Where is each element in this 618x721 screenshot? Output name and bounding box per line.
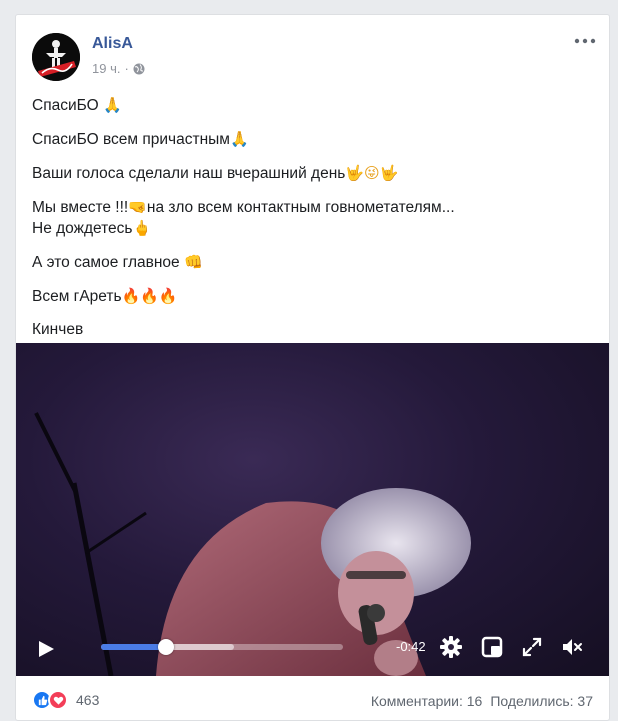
post-line: А это самое главное 👊 [32,252,592,273]
shares-count-link[interactable]: Поделились: 37 [490,693,593,709]
avatar-logo [32,33,80,81]
play-icon [39,641,54,657]
line-text: Не дождетесь [32,220,133,237]
post-text: СпасиБО 🙏 СпасиБО всем причастным🙏 Ваши … [32,95,592,353]
love-icon [48,690,68,710]
post-line: Кинчев [32,320,592,340]
reactions-summary[interactable]: 463 [32,690,99,710]
post-line: Мы вместе !!!🤜на зло всем контактным гов… [32,197,592,218]
picture-in-picture-icon [481,636,503,658]
globe-icon[interactable] [133,63,145,75]
video-frame [34,412,471,676]
time-remaining: -0:42 [396,639,426,654]
line-text: Ваши голоса сделали наш вчерашний день [32,165,346,182]
post-line: Не дождетесь🖕 [32,218,592,239]
pray-emoji: 🙏 [102,96,122,114]
post-line: Всем гАреть🔥🔥🔥 [32,286,592,307]
more-dots-icon [574,38,596,44]
more-options-button[interactable] [573,29,597,53]
line-text-after: на зло всем контактным говнометателям... [146,199,455,216]
meta-separator: · [124,61,129,76]
line-text: Мы вместе !!! [32,199,129,216]
pray-emoji: 🙏 [229,130,249,148]
volume-muted-icon [563,639,582,655]
line-text: Кинчев [32,321,84,338]
settings-button[interactable] [439,635,463,659]
line-text: СпасиБО [32,97,99,114]
post-stats: Комментарии: 16 Поделились: 37 [371,693,593,709]
fullscreen-icon [522,637,542,657]
post-line: СпасиБО всем причастным🙏 [32,129,592,150]
line-text: СпасиБО всем причастным [32,131,230,148]
reaction-count: 463 [76,692,100,708]
post-meta: 19 ч. · [92,61,145,76]
fullscreen-button[interactable] [520,635,544,659]
picture-in-picture-button[interactable] [480,635,504,659]
progress-fill [101,644,167,650]
line-text: Всем гАреть [32,288,122,305]
fist-emoji: 🤜 [128,198,147,216]
volume-button[interactable] [560,635,584,659]
line-text: А это самое главное [32,254,184,271]
gear-icon [440,636,462,658]
comments-count-link[interactable]: Комментарии: 16 [371,693,483,709]
post-footer: 463 Комментарии: 16 Поделились: 37 [16,687,609,717]
post-card: AlisA 19 ч. · СпасиБО 🙏 СпасиБО всем при… [15,14,610,721]
video-player[interactable]: -0:42 [16,343,609,676]
punch-emoji: 👊 [183,253,203,271]
rock-wink-emoji: 🤟😜🤟 [345,164,399,182]
avatar[interactable] [32,33,80,81]
fire-emoji: 🔥🔥🔥 [121,287,178,305]
progress-bar[interactable] [101,639,343,655]
author-name[interactable]: AlisA [92,35,133,53]
post-line: СпасиБО 🙏 [32,95,592,116]
play-button[interactable] [36,639,56,664]
post-line: Ваши голоса сделали наш вчерашний день🤟😜… [32,163,592,184]
post-header: AlisA 19 ч. · [16,15,609,87]
finger-emoji: 🖕 [132,219,152,237]
post-time[interactable]: 19 ч. [92,61,120,76]
